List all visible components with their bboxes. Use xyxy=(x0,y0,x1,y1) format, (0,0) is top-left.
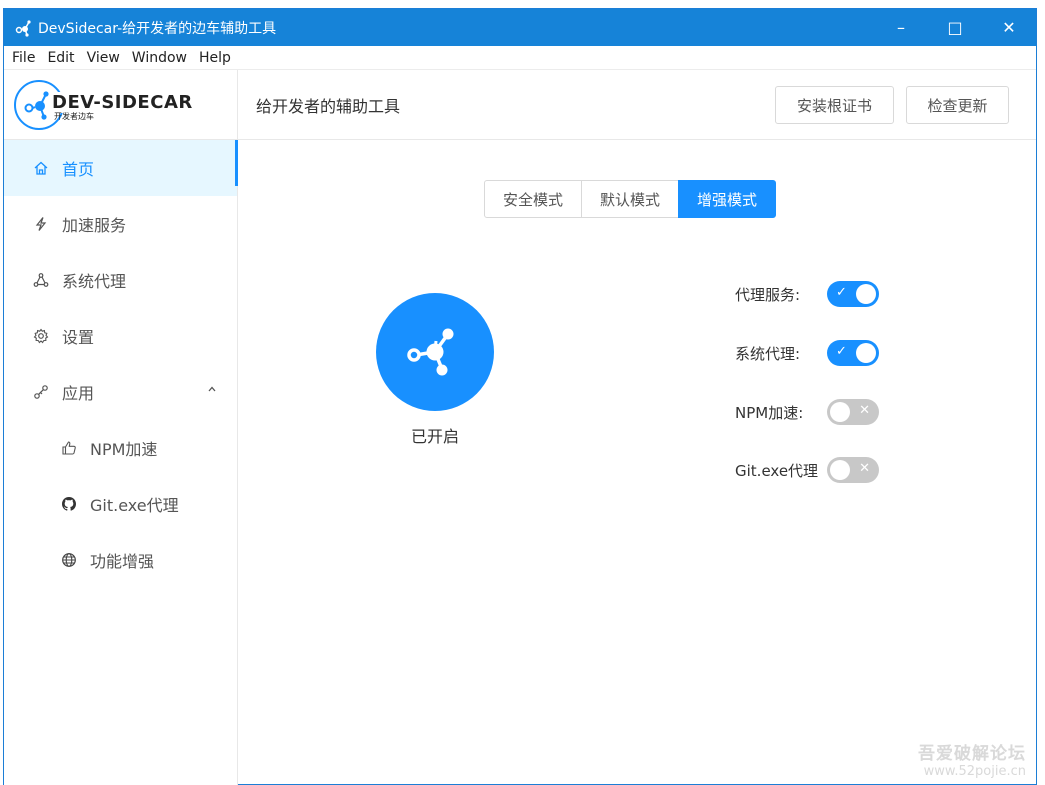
network-node-icon xyxy=(407,328,454,376)
logo-title: DEV-SIDECAR xyxy=(50,91,193,113)
sidebar-item-label: 系统代理 xyxy=(62,272,127,291)
menu-help[interactable]: Help xyxy=(195,50,235,66)
app-icon xyxy=(32,383,50,401)
check-icon: ✓ xyxy=(836,285,847,300)
sidebar-item-system-proxy[interactable]: 系统代理 xyxy=(4,252,237,308)
mode-enhanced-button[interactable]: 增强模式 xyxy=(678,180,777,218)
toggle-label: Git.exe代理 xyxy=(735,461,819,480)
install-root-cert-button[interactable]: 安装根证书 xyxy=(775,86,894,124)
chevron-up-icon[interactable] xyxy=(207,384,217,394)
toggle-row-git: Git.exe代理 ✕ xyxy=(735,455,879,485)
system-proxy-switch[interactable]: ✓ xyxy=(827,340,879,366)
toggle-row-npm: NPM加速: ✕ xyxy=(735,397,879,427)
sidebar-item-home[interactable]: 首页 xyxy=(4,140,238,196)
close-button[interactable]: ✕ xyxy=(982,9,1036,46)
mode-safe-button[interactable]: 安全模式 xyxy=(484,180,583,218)
switch-knob xyxy=(856,343,876,363)
globe-icon xyxy=(60,551,78,569)
menu-window[interactable]: Window xyxy=(128,50,191,66)
bolt-icon xyxy=(32,215,50,233)
watermark-line-1: 吾爱破解论坛 xyxy=(918,744,1026,764)
sidebar-item-label: 加速服务 xyxy=(62,216,127,235)
watermark: 吾爱破解论坛 www.52pojie.cn xyxy=(918,739,1026,779)
switch-knob xyxy=(830,402,850,422)
maximize-button[interactable]: □ xyxy=(928,9,982,46)
sidebar: DEV-SIDECAR 开发者边车 首页 加速服务 系统代理 设置 应用 NPM… xyxy=(4,70,238,785)
toggle-row-proxy-service: 代理服务: ✓ xyxy=(735,279,879,309)
app-logo-icon xyxy=(12,16,36,40)
network-icon xyxy=(32,271,50,289)
menu-bar: File Edit View Window Help xyxy=(4,46,1036,70)
sidebar-item-label: 应用 xyxy=(62,384,95,403)
proxy-status-text: 已开启 xyxy=(410,427,459,446)
sidebar-item-label: 设置 xyxy=(62,328,95,347)
sidebar-item-label: NPM加速 xyxy=(90,440,158,459)
menu-view[interactable]: View xyxy=(83,50,124,66)
switch-knob xyxy=(856,284,876,304)
toggle-label: 系统代理: xyxy=(735,344,801,363)
toggle-label: NPM加速: xyxy=(735,403,804,422)
check-update-button[interactable]: 检查更新 xyxy=(906,86,1009,124)
toggle-label: 代理服务: xyxy=(735,285,801,304)
npm-acceleration-switch[interactable]: ✕ xyxy=(827,399,879,425)
main-content: 安全模式 默认模式 增强模式 已开启 代理服务: ✓ 系统代理: ✓ NPM加速… xyxy=(238,140,1036,785)
menu-edit[interactable]: Edit xyxy=(43,50,78,66)
cross-icon: ✕ xyxy=(859,403,870,418)
sidebar-item-label: 首页 xyxy=(62,160,95,179)
cross-icon: ✕ xyxy=(859,461,870,476)
sidebar-item-settings[interactable]: 设置 xyxy=(4,308,237,364)
check-icon: ✓ xyxy=(836,344,847,359)
github-icon xyxy=(60,495,78,513)
minimize-button[interactable]: – xyxy=(874,9,928,46)
logo-subtitle: 开发者边车 xyxy=(54,111,94,121)
sidebar-item-acceleration[interactable]: 加速服务 xyxy=(4,196,237,252)
app-window: DevSidecar-给开发者的边车辅助工具 – □ ✕ File Edit V… xyxy=(3,8,1037,785)
proxy-service-switch[interactable]: ✓ xyxy=(827,281,879,307)
sidebar-item-npm[interactable]: NPM加速 xyxy=(4,420,237,476)
page-header: 给开发者的辅助工具 安装根证书 检查更新 xyxy=(238,70,1036,140)
window-controls: – □ ✕ xyxy=(874,9,1036,46)
git-proxy-switch[interactable]: ✕ xyxy=(827,457,879,483)
sidebar-item-enhance[interactable]: 功能增强 xyxy=(4,532,237,588)
switch-knob xyxy=(830,460,850,480)
mode-default-button[interactable]: 默认模式 xyxy=(581,180,680,218)
window-title: DevSidecar-给开发者的边车辅助工具 xyxy=(38,20,277,37)
sidebar-item-label: 功能增强 xyxy=(90,552,155,571)
power-toggle-button[interactable] xyxy=(376,293,494,411)
watermark-line-2: www.52pojie.cn xyxy=(923,764,1026,779)
mode-selector: 安全模式 默认模式 增强模式 xyxy=(484,180,777,218)
sidebar-item-git[interactable]: Git.exe代理 xyxy=(4,476,237,532)
logo: DEV-SIDECAR 开发者边车 xyxy=(4,70,237,140)
sidebar-item-apps[interactable]: 应用 xyxy=(4,364,237,420)
menu-file[interactable]: File xyxy=(8,50,39,66)
home-icon xyxy=(32,159,50,177)
page-title: 给开发者的辅助工具 xyxy=(256,96,401,116)
gear-icon xyxy=(32,327,50,345)
sidebar-item-label: Git.exe代理 xyxy=(90,496,179,515)
toggle-row-system-proxy: 系统代理: ✓ xyxy=(735,338,879,368)
title-bar[interactable]: DevSidecar-给开发者的边车辅助工具 – □ ✕ xyxy=(4,9,1036,46)
thumbs-up-icon xyxy=(60,439,78,457)
